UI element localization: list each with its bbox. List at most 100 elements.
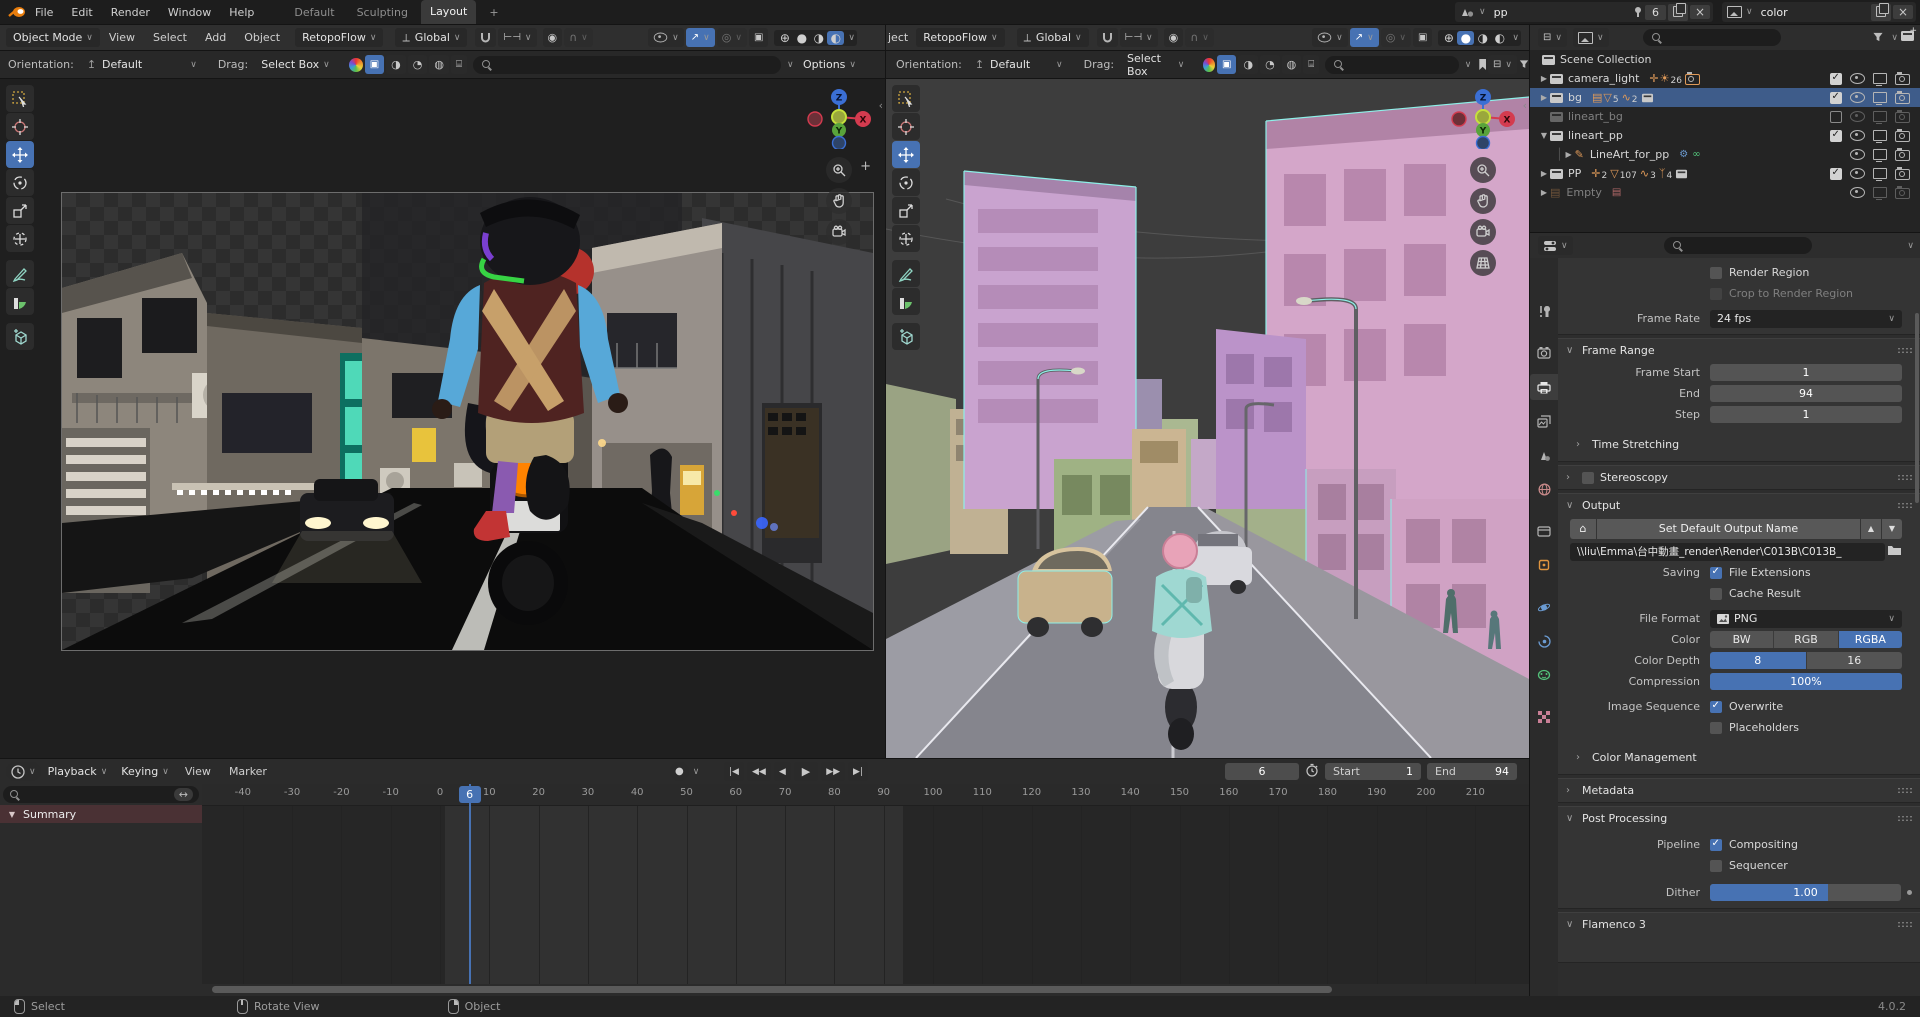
overlays-toggle[interactable]: ◎∨ [717,28,747,47]
post-processing-collapse-icon[interactable]: ∨ [1566,813,1576,824]
tool-transform[interactable] [892,225,920,252]
panel-drag-handle[interactable] [1897,474,1912,481]
tab-texture[interactable] [1530,704,1558,730]
view-layer-browse-chevron[interactable]: ∨ [1746,7,1753,17]
tool-cursor[interactable] [892,113,920,140]
proportional-falloff-dropdown[interactable]: ∩∨ [1185,28,1214,47]
disable-render-icon[interactable] [1895,112,1910,123]
tab-scene[interactable] [1530,442,1558,468]
disable-viewport-icon[interactable] [1873,111,1887,122]
expand-icon[interactable]: ▶ [1538,74,1550,83]
transform-orientation-dropdown[interactable]: ⟂Global∨ [1017,28,1089,47]
playhead-line[interactable] [469,784,471,984]
select-mode-scene-icon[interactable]: ◔ [1260,55,1280,74]
select-mode-sphere-icon[interactable]: ◑ [1238,55,1258,74]
color-wheel-icon[interactable] [349,58,363,72]
disable-viewport-icon[interactable] [1873,92,1887,103]
collection-checkbox[interactable] [1830,73,1842,85]
scene-icon[interactable] [1459,6,1475,18]
new-collection-button[interactable]: + [1901,31,1914,44]
select-mode-box-icon[interactable]: ▣ [1217,55,1236,74]
workspace-tab-layout[interactable]: Layout [421,0,476,24]
tool-measure[interactable] [6,288,34,315]
xray-toggle[interactable]: ▣ [749,28,768,47]
axis-gizmo[interactable]: Z X Y [1451,85,1515,149]
filter-funnel-icon[interactable] [1519,59,1529,70]
axis-gizmo[interactable]: Z X Y [807,85,871,149]
outliner-search-field[interactable] [1643,29,1781,46]
depth-16-button[interactable]: 16 [1807,652,1903,669]
hide-viewport-icon[interactable] [1850,149,1865,160]
menu-object[interactable]: Object [235,31,289,44]
tool-select-box[interactable] [892,85,920,112]
outliner-filter-id-dropdown[interactable]: ∨ [1573,28,1609,47]
drag-mode-dropdown[interactable]: Select Box∨ [1120,55,1191,74]
scene-new-copy-icon[interactable] [1668,4,1688,21]
tool-add-cube[interactable] [892,323,920,350]
file-extensions-checkbox[interactable] [1710,567,1722,579]
menu-view[interactable]: View [100,31,144,44]
scene-unlink-icon[interactable]: × [1690,5,1710,19]
shading-dropdown-chevron[interactable]: ∨ [848,33,855,43]
tool-move[interactable] [6,141,34,168]
frame-end-field[interactable]: 94 [1710,385,1902,402]
outliner-row-pp[interactable]: ▶PP ✛2 ▽107 ∿3 ᛉ4 [1530,164,1920,183]
disable-render-icon[interactable] [1895,131,1910,142]
grid-ortho-button[interactable] [1470,250,1496,276]
timeline-keyframe-area[interactable] [202,806,1529,984]
compositing-checkbox[interactable] [1710,839,1722,851]
expand-icon[interactable]: ▶ [1538,188,1550,197]
scene-users-count[interactable]: 6 [1645,5,1666,20]
properties-editor-type-icon[interactable]: ∨ [1538,236,1573,255]
view-layer-remove-icon[interactable]: × [1893,5,1913,19]
hide-viewport-icon[interactable] [1850,187,1865,198]
tab-render[interactable] [1530,340,1558,366]
snap-toggle[interactable] [475,28,496,47]
viewport-right-canvas[interactable]: Z X Y ‹ [886,79,1529,758]
search-options-chevron[interactable]: ∨ [1465,60,1472,70]
camera-view-button[interactable] [826,219,852,245]
tab-tool[interactable] [1530,298,1558,324]
workspace-tab-default[interactable]: Default [285,6,343,19]
proportional-editing-toggle[interactable]: ◉ [1164,28,1184,47]
scene-browse-chevron[interactable]: ∨ [1479,7,1486,17]
set-default-output-button[interactable]: Set Default Output Name [1597,519,1860,539]
disable-render-icon[interactable] [1895,169,1910,180]
end-frame-field[interactable]: End94 [1427,763,1517,780]
tab-physics[interactable] [1530,594,1558,620]
outliner-row-bg[interactable]: ▶bg ▤ ▽5 ∿2 [1530,88,1920,107]
tool-select-box[interactable] [6,85,34,112]
shading-rendered-icon[interactable]: ◐ [827,31,844,45]
options-dropdown[interactable]: Options∨ [796,55,863,74]
xray-toggle[interactable]: ▣ [1413,28,1432,47]
brush-icon[interactable]: ⌸ [1303,55,1319,74]
summary-channel[interactable]: ▼ Summary [0,805,202,823]
select-mode-scene-icon[interactable]: ◔ [408,55,428,74]
timeline-editor-type-icon[interactable]: ∨ [6,762,41,781]
disable-viewport-icon[interactable] [1873,149,1887,160]
disable-render-icon[interactable] [1895,188,1910,199]
placeholders-checkbox[interactable] [1710,722,1722,734]
crop-render-region-checkbox[interactable] [1710,288,1722,300]
tool-scale[interactable] [6,197,34,224]
expand-icon[interactable]: ▶ [1538,93,1550,102]
mode-dropdown-truncated[interactable]: ject [888,31,908,44]
depth-8-button[interactable]: 8 [1710,652,1807,669]
outliner-row-camera-light[interactable]: ▶camera_light ✛ ☀26 [1530,69,1920,88]
zoom-button[interactable] [1470,157,1496,183]
gizmos-toggle[interactable]: ↗∨ [686,28,715,47]
collapse-icon[interactable]: ▼ [1538,131,1550,140]
jump-to-start-button[interactable]: |◀ [724,762,744,781]
snap-settings[interactable]: ⊢⊣∨ [498,28,536,47]
menu-help[interactable]: Help [220,6,263,19]
overlays-toggle[interactable]: ◎∨ [1381,28,1411,47]
camera-view-button[interactable] [1470,219,1496,245]
tab-output[interactable] [1530,374,1558,400]
viewport-search-field[interactable] [1325,56,1458,74]
collection-checkbox[interactable] [1830,130,1842,142]
post-processing-title[interactable]: Post Processing [1582,812,1667,825]
color-management-title[interactable]: Color Management [1592,751,1697,764]
playback-menu[interactable]: Playback∨ [41,762,115,781]
frame-rate-dropdown[interactable]: 24 fps∨ [1710,310,1902,328]
open-folder-button[interactable] [1887,544,1902,559]
